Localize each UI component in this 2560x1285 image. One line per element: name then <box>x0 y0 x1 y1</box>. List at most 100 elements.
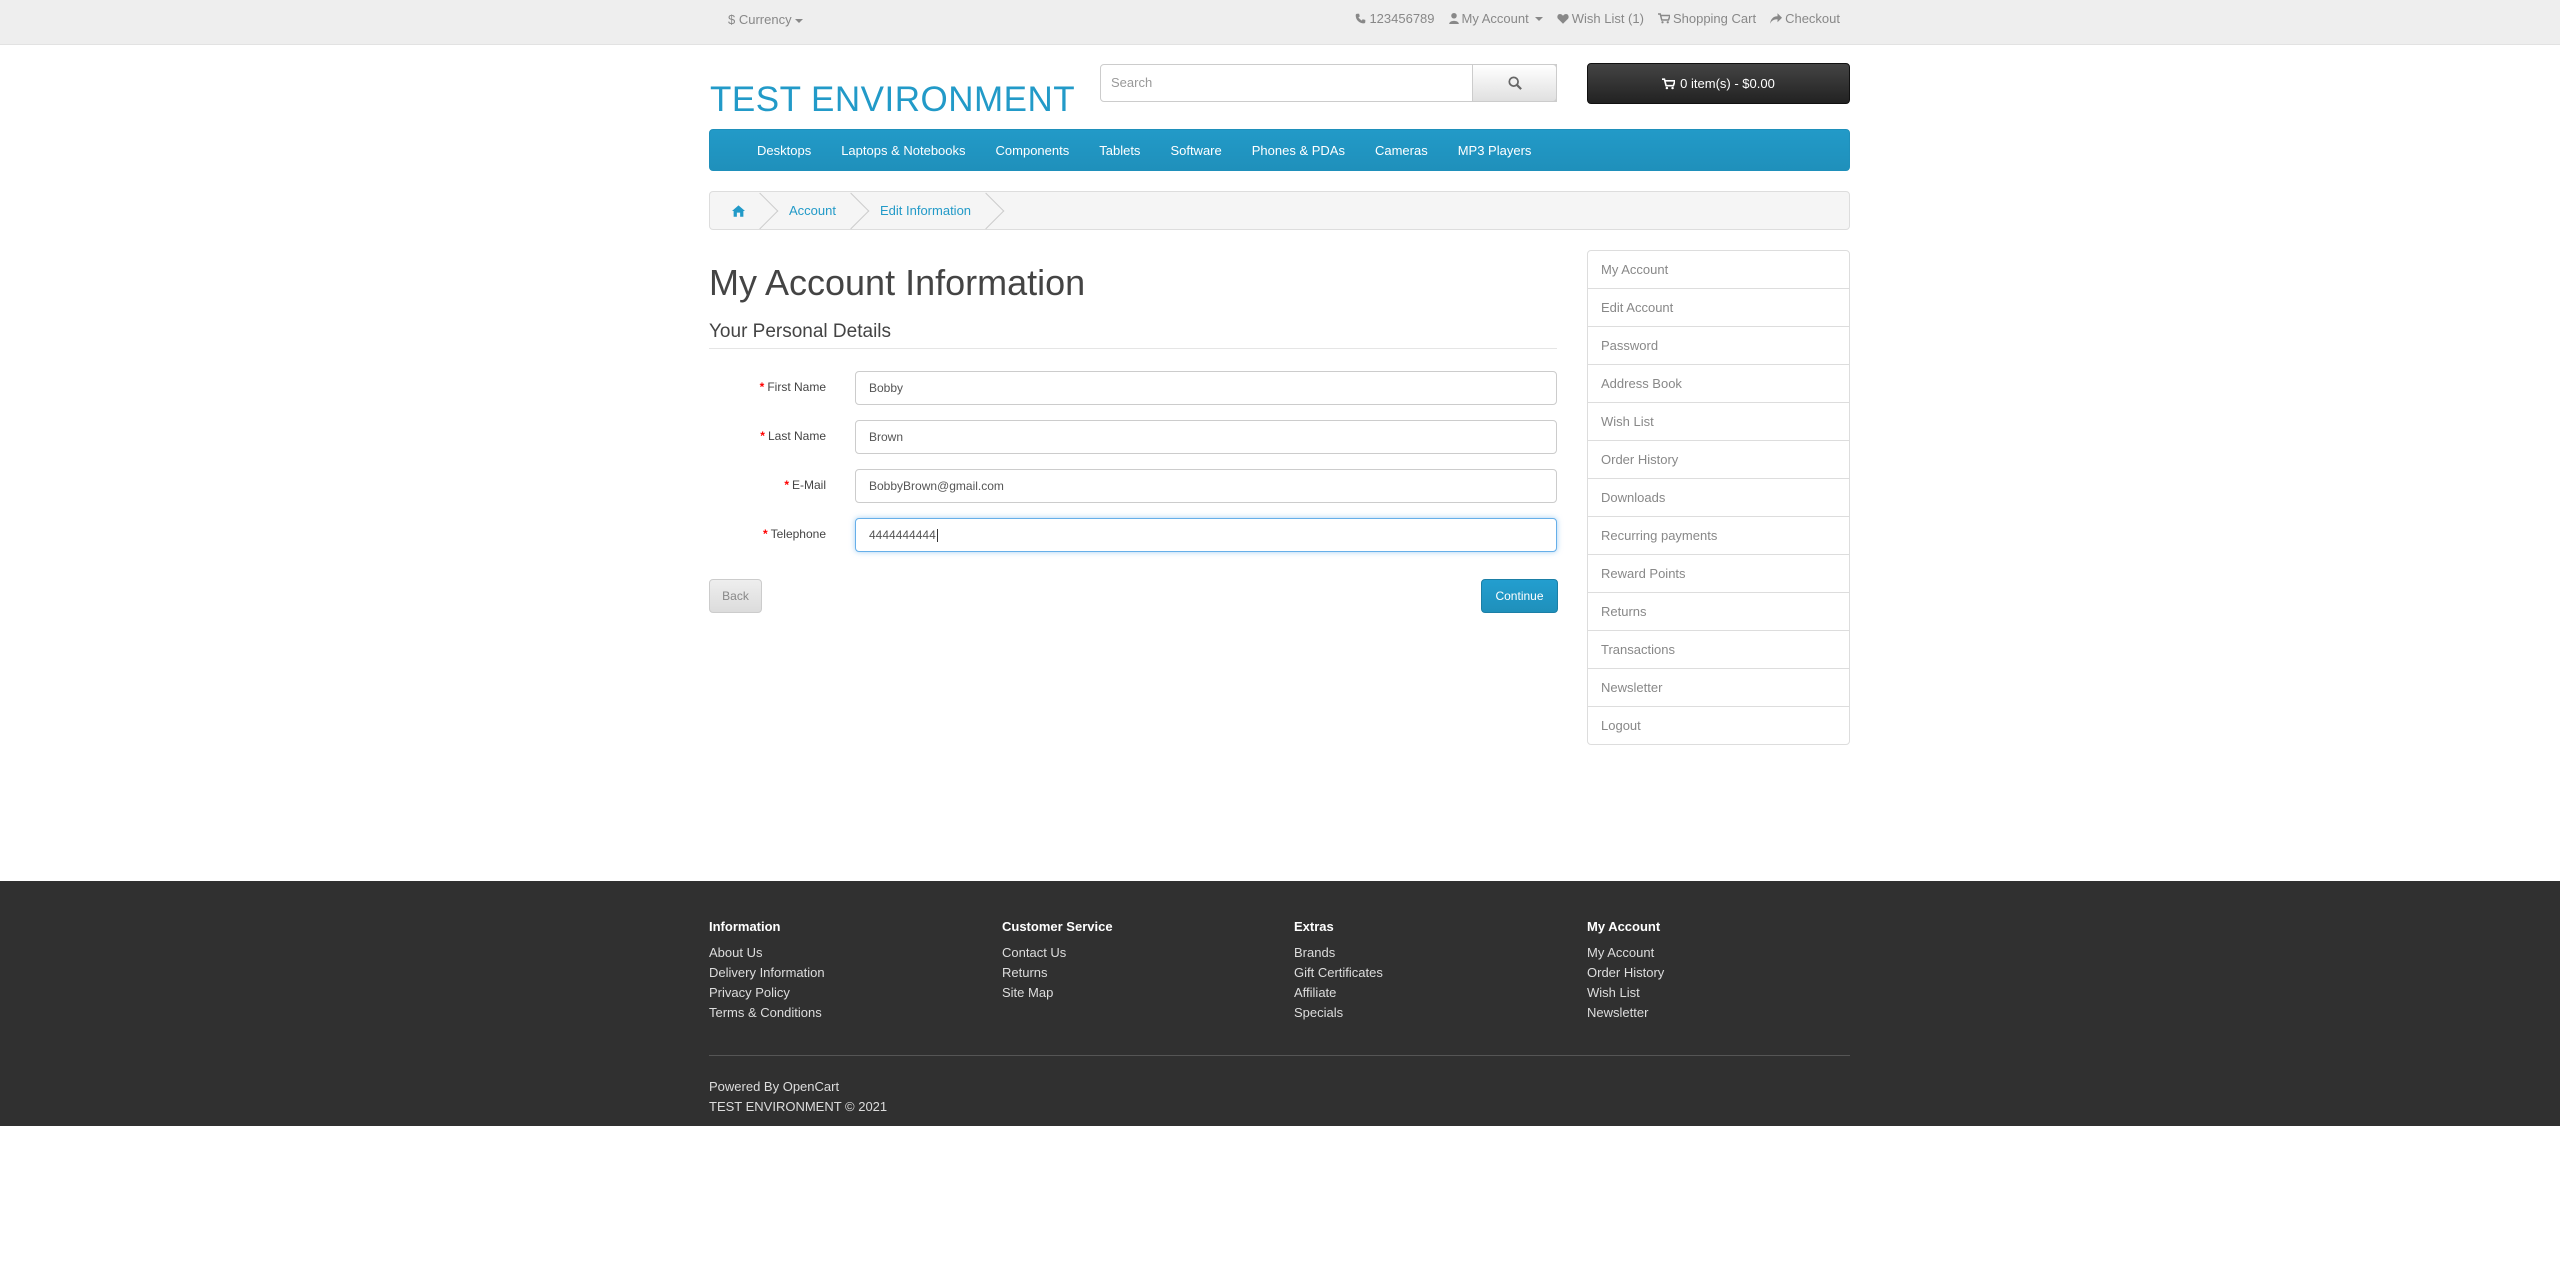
sidebar-item-recurring-payments[interactable]: Recurring payments <box>1588 517 1849 555</box>
my-account-label: My Account <box>1461 11 1529 26</box>
search-icon <box>1507 76 1522 90</box>
footer-link[interactable]: My Account <box>1587 943 1664 963</box>
checkout-link[interactable]: Checkout <box>1770 11 1840 26</box>
last-name-field[interactable]: Brown <box>855 420 1557 454</box>
continue-button[interactable]: Continue <box>1481 579 1558 613</box>
breadcrumb: Account Edit Information <box>709 191 1850 230</box>
back-button[interactable]: Back <box>709 579 762 613</box>
my-account-dropdown[interactable]: My Account <box>1448 11 1543 26</box>
menu-item-phones[interactable]: Phones & PDAs <box>1237 143 1360 158</box>
currency-label: $ Currency <box>728 12 792 27</box>
required-marker: * <box>762 527 768 541</box>
sidebar-item-wish-list[interactable]: Wish List <box>1588 403 1849 441</box>
email-label: * E-Mail <box>706 478 826 492</box>
wish-list-label: Wish List (1) <box>1571 11 1644 26</box>
main-menu: Desktops Laptops & Notebooks Components … <box>709 129 1850 171</box>
sidebar-item-reward-points[interactable]: Reward Points <box>1588 555 1849 593</box>
user-icon <box>1448 13 1459 24</box>
last-name-label-text: Last Name <box>767 429 826 443</box>
search-button[interactable] <box>1472 64 1557 102</box>
menu-item-software[interactable]: Software <box>1155 143 1236 158</box>
cart-icon <box>1662 77 1676 89</box>
account-sidebar: My Account Edit Account Password Address… <box>1587 250 1850 745</box>
footer-link[interactable]: Newsletter <box>1587 1003 1664 1023</box>
opencart-link[interactable]: OpenCart <box>783 1079 839 1094</box>
text-cursor <box>936 529 938 543</box>
menu-item-desktops[interactable]: Desktops <box>742 143 826 158</box>
copyright: TEST ENVIRONMENT © 2021 <box>709 1099 888 1114</box>
menu-item-cameras[interactable]: Cameras <box>1360 143 1443 158</box>
share-icon <box>1770 13 1783 24</box>
email-label-text: E-Mail <box>791 478 826 492</box>
chevron-down-icon <box>794 18 803 23</box>
footer-link[interactable]: Returns <box>1002 963 1113 983</box>
phone-icon <box>1356 13 1366 24</box>
sidebar-item-returns[interactable]: Returns <box>1588 593 1849 631</box>
footer-heading: Extras <box>1294 919 1334 934</box>
telephone-label-text: Telephone <box>770 527 826 541</box>
breadcrumb-edit-information[interactable]: Edit Information <box>858 192 993 229</box>
divider <box>709 348 1557 349</box>
footer-link[interactable]: Site Map <box>1002 983 1113 1003</box>
footer-divider <box>709 1055 1850 1056</box>
footer-column-my-account: My Account My Account Order History Wish… <box>1587 919 1664 1023</box>
footer-link[interactable]: Privacy Policy <box>709 983 825 1003</box>
sidebar-item-newsletter[interactable]: Newsletter <box>1588 669 1849 707</box>
section-title: Your Personal Details <box>709 321 892 342</box>
wish-list-link[interactable]: Wish List (1) <box>1557 11 1644 26</box>
footer-link[interactable]: About Us <box>709 943 825 963</box>
breadcrumb-home[interactable] <box>710 192 767 229</box>
telephone-value: 4444444444 <box>869 528 936 542</box>
footer-link[interactable]: Contact Us <box>1002 943 1113 963</box>
footer-heading: Customer Service <box>1002 919 1113 934</box>
telephone-field[interactable]: 4444444444 <box>855 518 1557 552</box>
menu-item-mp3[interactable]: MP3 Players <box>1443 143 1547 158</box>
footer-link[interactable]: Brands <box>1294 943 1383 963</box>
footer <box>0 881 2560 1126</box>
footer-link[interactable]: Terms & Conditions <box>709 1003 825 1023</box>
footer-link[interactable]: Wish List <box>1587 983 1664 1003</box>
powered-by-line: Powered By OpenCart <box>709 1077 887 1097</box>
email-field[interactable]: BobbyBrown@gmail.com <box>855 469 1557 503</box>
phone-link[interactable]: 123456789 <box>1355 11 1435 26</box>
site-logo[interactable]: TEST ENVIRONMENT <box>710 80 1075 120</box>
cart-icon <box>1657 13 1670 24</box>
sidebar-item-address-book[interactable]: Address Book <box>1588 365 1849 403</box>
top-links: 123456789 My Account Wish List (1) Shopp… <box>1355 11 1840 26</box>
menu-item-components[interactable]: Components <box>981 143 1085 158</box>
footer-link[interactable]: Gift Certificates <box>1294 963 1383 983</box>
sidebar-item-edit-account[interactable]: Edit Account <box>1588 289 1849 327</box>
cart-button[interactable]: 0 item(s) - $0.00 <box>1587 63 1850 104</box>
menu-item-laptops[interactable]: Laptops & Notebooks <box>826 143 980 158</box>
footer-column-customer-service: Customer Service Contact Us Returns Site… <box>1002 919 1113 1003</box>
footer-link[interactable]: Specials <box>1294 1003 1383 1023</box>
footer-column-information: Information About Us Delivery Informatio… <box>709 919 825 1023</box>
footer-link[interactable]: Order History <box>1587 963 1664 983</box>
page-title: My Account Information <box>709 262 1086 303</box>
powered-by: Powered By OpenCart TEST ENVIRONMENT © 2… <box>709 1077 887 1117</box>
shopping-cart-label: Shopping Cart <box>1672 11 1757 26</box>
sidebar-item-transactions[interactable]: Transactions <box>1588 631 1849 669</box>
footer-link[interactable]: Delivery Information <box>709 963 825 983</box>
footer-link[interactable]: Affiliate <box>1294 983 1383 1003</box>
powered-by-prefix: Powered By <box>709 1079 780 1094</box>
breadcrumb-account[interactable]: Account <box>767 192 858 229</box>
sidebar-item-my-account[interactable]: My Account <box>1588 251 1849 289</box>
required-marker: * <box>760 429 765 443</box>
first-name-label: * First Name <box>706 380 826 394</box>
sidebar-item-logout[interactable]: Logout <box>1588 707 1849 744</box>
sidebar-item-downloads[interactable]: Downloads <box>1588 479 1849 517</box>
last-name-label: * Last Name <box>706 429 826 443</box>
first-name-field[interactable]: Bobby <box>855 371 1557 405</box>
home-icon <box>732 204 745 217</box>
sidebar-item-order-history[interactable]: Order History <box>1588 441 1849 479</box>
required-marker: * <box>784 478 789 492</box>
menu-item-tablets[interactable]: Tablets <box>1084 143 1155 158</box>
checkout-label: Checkout <box>1785 11 1840 26</box>
required-marker: * <box>759 380 765 394</box>
currency-dropdown[interactable]: $ Currency <box>728 12 803 27</box>
shopping-cart-link[interactable]: Shopping Cart <box>1657 11 1757 26</box>
first-name-label-text: First Name <box>767 380 826 394</box>
top-bar: $ Currency 123456789 My Account Wish Lis… <box>0 0 2560 45</box>
sidebar-item-password[interactable]: Password <box>1588 327 1849 365</box>
